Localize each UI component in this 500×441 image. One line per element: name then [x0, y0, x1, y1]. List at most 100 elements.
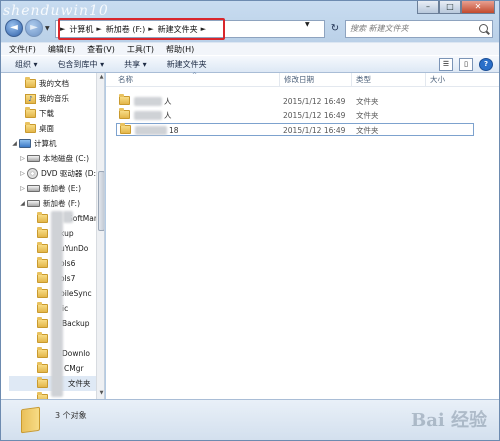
tree-label: 下载 [39, 109, 54, 118]
tree-item-drive-c[interactable]: ▷ 本地磁盘 (C:) [19, 151, 104, 166]
search-input[interactable]: 搜索 新建文件夹 [345, 20, 493, 38]
command-toolbar: 组织 ▾ 包含到库中 ▾ 共享 ▾ 新建文件夹 ☰ ▯ ? [1, 55, 499, 73]
tree-item-folder[interactable]: uYunDo [37, 241, 104, 256]
address-dropdown-icon[interactable]: ▼ [305, 21, 310, 28]
tree-item-folder[interactable]: CMgr [37, 361, 104, 376]
watermark-bottom: Bai 经验 [411, 410, 487, 431]
tree-label: 我的文档 [39, 79, 69, 88]
tree-label: 本地磁盘 (C:) [43, 154, 89, 163]
folder-icon [25, 122, 36, 133]
tree-item-drive-f[interactable]: ◢ 新加卷 (F:) [19, 196, 104, 211]
expand-icon[interactable]: ▷ [19, 170, 26, 177]
menu-file[interactable]: 文件(F) [9, 44, 36, 55]
tree-item-folder[interactable]: ic [37, 301, 104, 316]
close-button[interactable]: ✕ [461, 1, 495, 14]
column-size[interactable]: 大小 [426, 73, 476, 87]
tree-label: 桌面 [39, 124, 54, 133]
blur-overlay [134, 97, 162, 106]
collapse-icon[interactable]: ◢ [11, 140, 18, 147]
scroll-up-icon[interactable]: ▲ [97, 73, 104, 82]
share-button[interactable]: 共享 ▾ [124, 59, 147, 70]
tree-item-music[interactable]: ♪ 我的音乐 [25, 91, 104, 106]
folder-icon [119, 108, 130, 119]
folder-icon [120, 123, 131, 134]
collapse-icon[interactable]: ◢ [19, 200, 26, 207]
breadcrumb-new-folder[interactable]: 新建文件夹 [158, 24, 198, 35]
file-row-selected[interactable]: 18 2015/1/12 16:49 文件夹 [116, 123, 474, 136]
file-type: 文件夹 [356, 111, 379, 120]
tree-item-drive-e[interactable]: ▷ 新加卷 (E:) [19, 181, 104, 196]
refresh-button[interactable]: ↻ [327, 20, 343, 38]
breadcrumb-drive-f[interactable]: 新加卷 (F:) [106, 24, 145, 35]
expand-icon[interactable]: ▷ [19, 185, 26, 192]
navigation-pane: 我的文档 ♪ 我的音乐 下载 桌面 ◢ 计算机 ▷ 本地磁盘 (C:) ▷ DV… [1, 73, 105, 399]
tree-label: 文件夹 [68, 379, 91, 388]
file-type: 文件夹 [356, 126, 379, 135]
tree-item-folder[interactable] [37, 391, 104, 399]
forward-button[interactable]: ► [25, 19, 43, 37]
blur-overlay [51, 211, 63, 397]
crumb-root-chevron-icon[interactable]: ► [60, 25, 65, 33]
back-button[interactable]: ◄ [5, 19, 23, 37]
column-date[interactable]: 修改日期 [280, 73, 352, 87]
organize-button[interactable]: 组织 ▾ [15, 59, 38, 70]
scroll-down-icon[interactable]: ▼ [97, 389, 104, 398]
tree-item-folder[interactable]: Backup [37, 316, 104, 331]
tree-item-folder[interactable]: ols7 [37, 271, 104, 286]
search-icon[interactable] [479, 24, 488, 33]
tree-item-folder[interactable] [37, 331, 104, 346]
history-dropdown-icon[interactable]: ▼ [45, 25, 50, 32]
maximize-button[interactable]: □ [439, 1, 461, 14]
title-bar: shenduwin10 – □ ✕ [1, 1, 499, 19]
computer-icon [19, 139, 31, 148]
file-row[interactable]: 人 2015/1/12 16:49 文件夹 [116, 94, 474, 108]
menu-edit[interactable]: 编辑(E) [48, 44, 75, 55]
tree-item-computer[interactable]: ◢ 计算机 [11, 136, 104, 151]
view-options-icon[interactable]: ☰ [439, 58, 453, 71]
crumb-chevron-icon[interactable]: ► [148, 25, 153, 33]
tree-item-dvd[interactable]: ▷ DVD 驱动器 (D:) [19, 166, 104, 181]
tree-item-folder[interactable]: Downlo [37, 346, 104, 361]
menu-tools[interactable]: 工具(T) [127, 44, 154, 55]
file-name: 人 [164, 111, 172, 120]
folder-icon [25, 77, 36, 88]
folder-icon [37, 287, 48, 298]
preview-pane-icon[interactable]: ▯ [459, 58, 473, 71]
file-type: 文件夹 [356, 97, 379, 106]
address-bar[interactable]: ► 计算机 ► 新加卷 (F:) ► 新建文件夹 ► [55, 20, 325, 38]
menu-help[interactable]: 帮助(H) [166, 44, 194, 55]
file-row[interactable]: 人 2015/1/12 16:49 文件夹 [116, 108, 474, 122]
help-icon[interactable]: ? [479, 58, 493, 71]
tree-label: 计算机 [34, 139, 57, 148]
details-pane: 3 个对象 Bai 经验 [1, 399, 499, 440]
crumb-chevron-icon[interactable]: ► [201, 25, 206, 33]
toolbar-right: ☰ ▯ ? [433, 58, 493, 71]
tree-label: Backup [62, 319, 90, 328]
tree-label: uYunDo [60, 244, 89, 253]
crumb-chevron-icon[interactable]: ► [96, 25, 101, 33]
file-name: 18 [169, 126, 179, 135]
tree-item-folder[interactable]: bileSync [37, 286, 104, 301]
column-type[interactable]: 类型 [352, 73, 426, 87]
tree-item-documents[interactable]: 我的文档 [25, 76, 104, 91]
nav-scrollbar[interactable]: ▲ ▼ [96, 73, 104, 399]
tree-item-downloads[interactable]: 下载 [25, 106, 104, 121]
tree-item-folder[interactable]: kup [37, 226, 104, 241]
blur-overlay [134, 111, 162, 120]
scroll-thumb[interactable] [98, 171, 104, 231]
new-folder-button[interactable]: 新建文件夹 [167, 59, 207, 70]
tree-label: CMgr [64, 364, 84, 373]
minimize-button[interactable]: – [417, 1, 439, 14]
folder-icon [25, 107, 36, 118]
file-name: 人 [164, 97, 172, 106]
expand-icon[interactable]: ▷ [19, 155, 26, 162]
menu-view[interactable]: 查看(V) [87, 44, 115, 55]
include-in-library-button[interactable]: 包含到库中 ▾ [58, 59, 105, 70]
breadcrumb-computer[interactable]: 计算机 [69, 24, 93, 35]
tree-item-folder[interactable]: ols6 [37, 256, 104, 271]
explorer-window: shenduwin10 – □ ✕ ◄ ► ▼ ► 计算机 ► 新加卷 (F:)… [0, 0, 500, 441]
folder-icon [37, 362, 48, 373]
tree-item-desktop[interactable]: 桌面 [25, 121, 104, 136]
file-date: 2015/1/12 16:49 [283, 97, 346, 106]
folder-icon [37, 377, 48, 388]
